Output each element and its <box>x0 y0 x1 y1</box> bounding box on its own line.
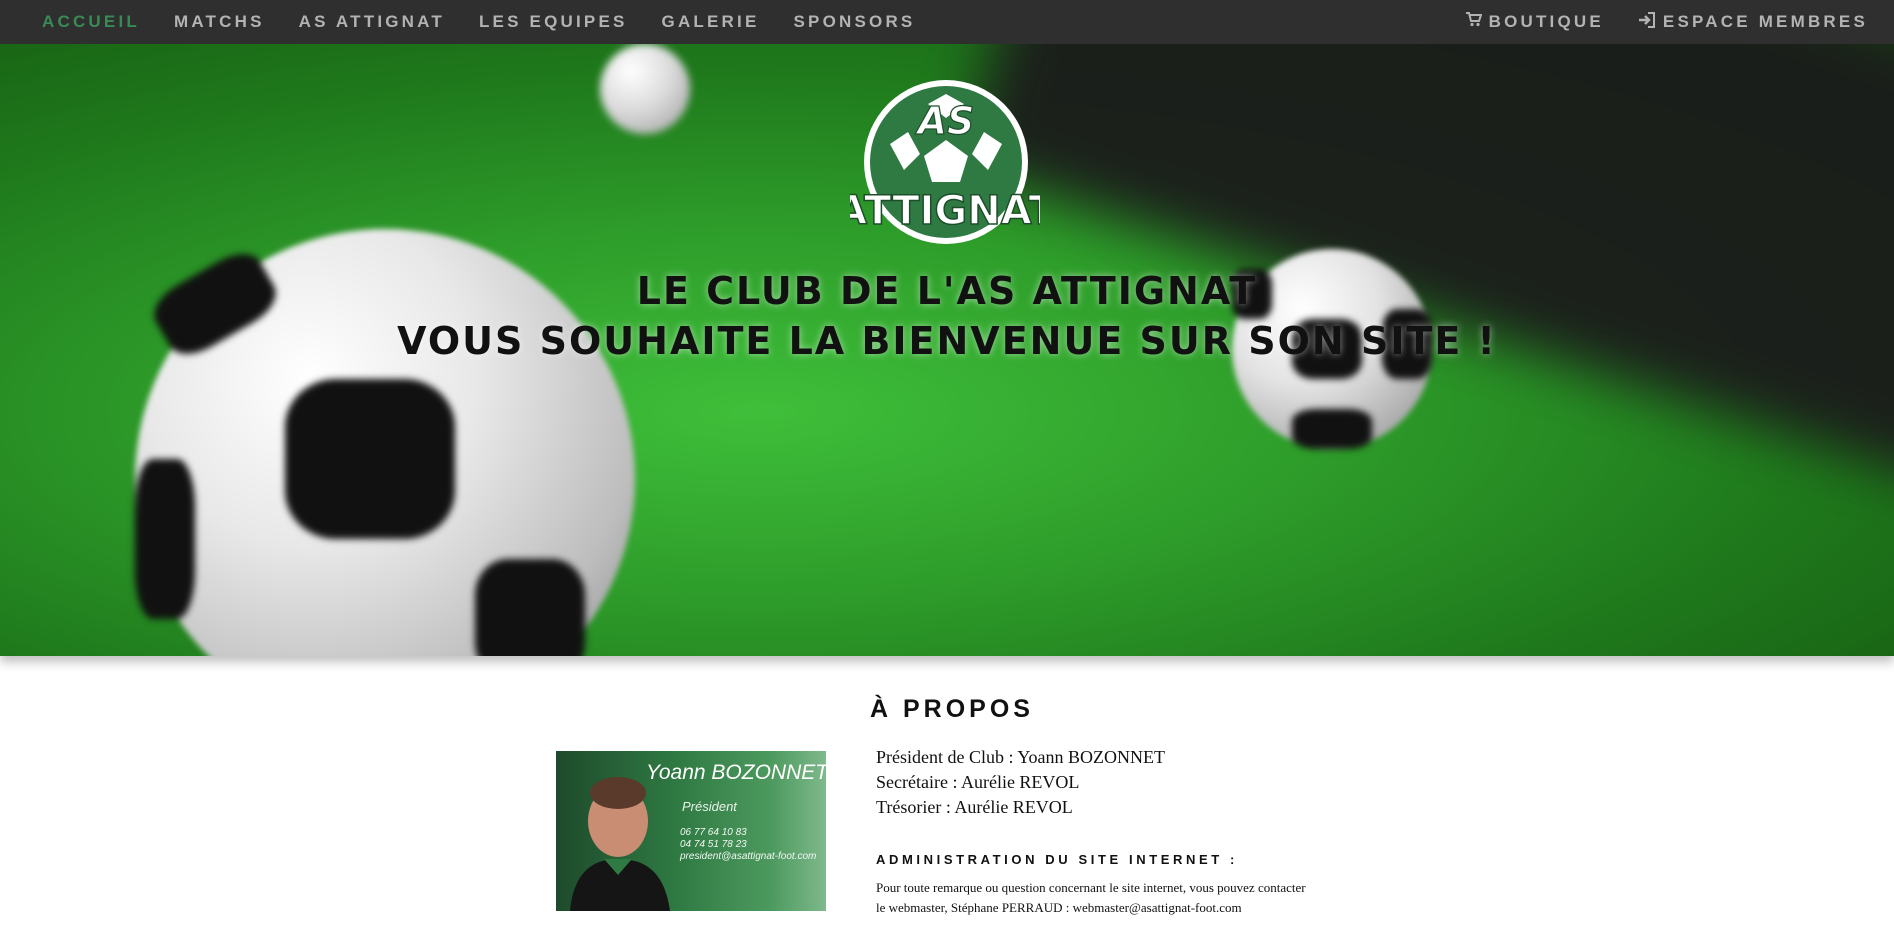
officer-secretary: Secrétaire : Aurélie REVOL <box>876 772 1080 792</box>
nav-sponsors[interactable]: SPONSORS <box>794 12 916 32</box>
soccer-ball-small-image <box>600 44 690 134</box>
about-heading: À PROPOS <box>870 695 1034 723</box>
nav-right-group: BOUTIQUE ESPACE MEMBRES <box>1431 0 1868 44</box>
nav-galerie[interactable]: GALERIE <box>662 12 760 32</box>
hero-welcome-title: LE CLUB DE L'AS ATTIGNAT VOUS SOUHAITE L… <box>0 266 1894 366</box>
nav-les-equipes[interactable]: LES EQUIPES <box>479 12 628 32</box>
officer-treasurer: Trésorier : Aurélie REVOL <box>876 797 1073 817</box>
admin-contact-text: Pour toute remarque ou question concerna… <box>876 878 1356 918</box>
nav-as-attignat[interactable]: AS ATTIGNAT <box>299 12 445 32</box>
hero-title-line-1: LE CLUB DE L'AS ATTIGNAT <box>636 269 1258 313</box>
card-email: president@asattignat-foot.com <box>680 851 817 862</box>
officer-president: Président de Club : Yoann BOZONNET <box>876 747 1165 767</box>
admin-text-line-2: le webmaster, Stéphane PERRAUD : webmast… <box>876 900 1242 915</box>
card-contact-info: 06 77 64 10 83 04 74 51 78 23 president@… <box>680 827 816 863</box>
card-phone-2: 04 74 51 78 23 <box>680 839 747 850</box>
admin-text-line-1: Pour toute remarque ou question concerna… <box>876 880 1306 895</box>
president-photo <box>570 763 670 911</box>
nav-espace-membres-label: ESPACE MEMBRES <box>1662 12 1868 31</box>
admin-heading: ADMINISTRATION DU SITE INTERNET : <box>876 852 1238 867</box>
logo-text-as: AS <box>915 99 975 143</box>
nav-boutique-label: BOUTIQUE <box>1488 12 1604 31</box>
nav-matchs[interactable]: MATCHS <box>174 12 265 32</box>
nav-boutique[interactable]: BOUTIQUE <box>1465 12 1604 32</box>
top-navbar: ACCUEIL MATCHS AS ATTIGNAT LES EQUIPES G… <box>0 0 1894 44</box>
cart-icon <box>1465 12 1482 32</box>
card-phone-1: 06 77 64 10 83 <box>680 827 747 838</box>
club-officers-list: Président de Club : Yoann BOZONNET Secré… <box>876 745 1165 820</box>
hero-title-line-2: VOUS SOUHAITE LA BIENVENUE SUR SON SITE … <box>397 319 1497 363</box>
nav-left-group: ACCUEIL MATCHS AS ATTIGNAT LES EQUIPES G… <box>42 0 949 44</box>
sign-in-icon <box>1638 11 1656 33</box>
card-role: Président <box>682 799 737 814</box>
club-logo: AS ATTIGNAT <box>835 74 1057 254</box>
president-business-card: Yoann BOZONNET Président 06 77 64 10 83 … <box>556 751 826 911</box>
logo-text-attignat: ATTIGNAT <box>850 188 1040 234</box>
hero-banner: AS ATTIGNAT LE CLUB DE L'AS ATTIGNAT VOU… <box>0 44 1894 656</box>
card-name: Yoann BOZONNET <box>646 761 826 784</box>
nav-espace-membres[interactable]: ESPACE MEMBRES <box>1638 11 1868 33</box>
nav-accueil[interactable]: ACCUEIL <box>42 12 140 32</box>
